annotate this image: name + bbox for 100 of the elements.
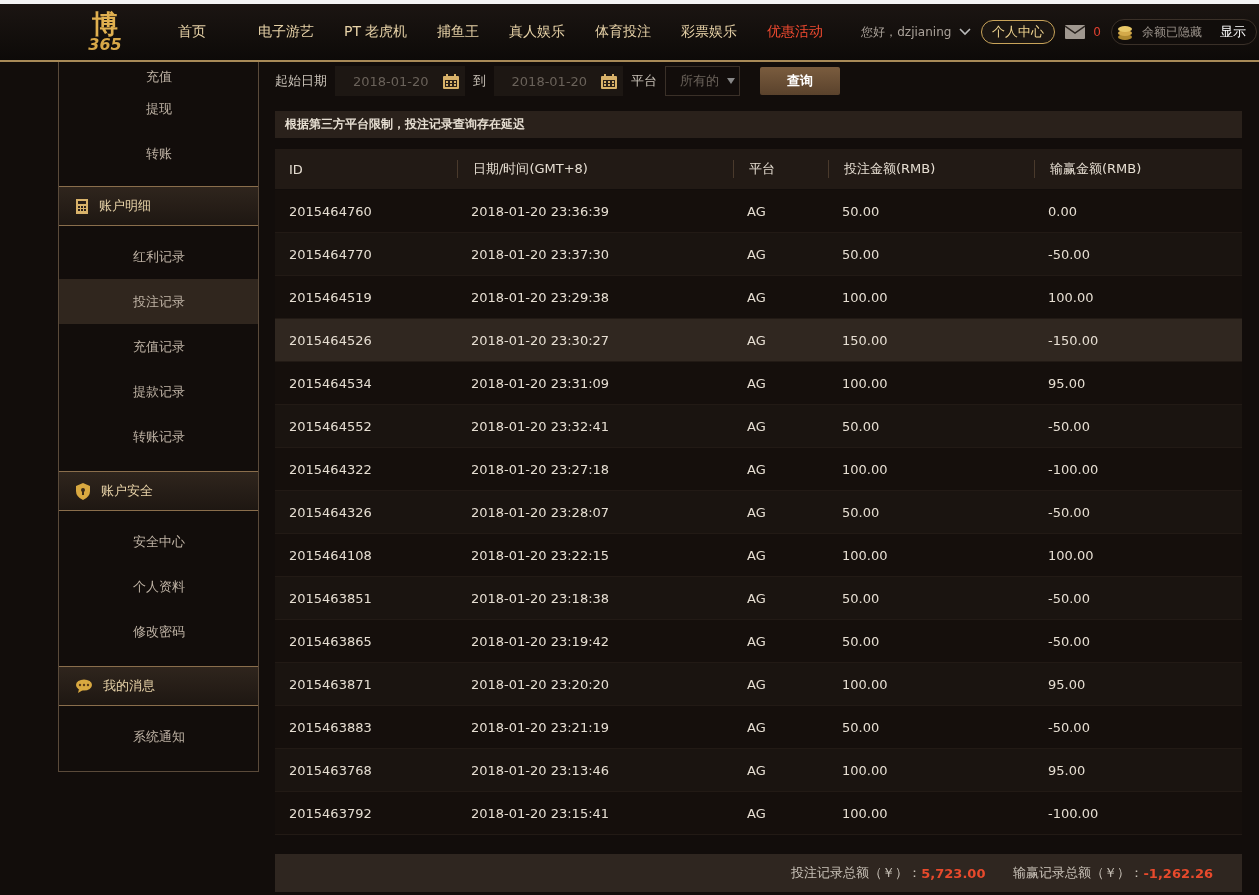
table-cell-text: 2015464108	[288, 547, 373, 563]
sidebar-section-header[interactable]: 账户明细	[59, 186, 258, 226]
sidebar-item[interactable]: 充值	[59, 62, 258, 86]
nav-link[interactable]: 优惠活动	[751, 23, 838, 41]
table-cell-text: -150.00	[1047, 332, 1100, 348]
sidebar-item[interactable]: 红利记录	[59, 234, 258, 279]
sidebar-item[interactable]: 提现	[59, 86, 258, 131]
nav-link[interactable]: PT 老虎机	[328, 23, 422, 41]
table-cell-text: 2015464326	[288, 504, 373, 520]
sidebar-item[interactable]: 转账记录	[59, 414, 258, 459]
table-cell-text: 2018-01-20 23:22:15	[470, 547, 611, 563]
table-cell-text: AG	[746, 203, 767, 219]
table-cell-text: -50.00	[1047, 246, 1091, 262]
table-cell-text: -50.00	[1047, 418, 1091, 434]
column-header: 日期/时间(GMT+8)	[457, 160, 733, 178]
sidebar-item[interactable]: 转账	[59, 131, 258, 176]
table-cell-text: 2018-01-20 23:20:20	[470, 676, 611, 692]
table-cell-text: AG	[746, 676, 767, 692]
table-cell-text: 2015464519	[288, 289, 373, 305]
table-cell-text: AG	[746, 805, 767, 821]
sidebar-section-header[interactable]: 我的消息	[59, 666, 258, 706]
calendar-icon	[442, 73, 459, 89]
nav-link[interactable]: 真人娱乐	[493, 23, 580, 41]
table-cell-text: 2018-01-20 23:13:46	[470, 762, 611, 778]
query-button[interactable]: 查询	[760, 67, 841, 95]
sidebar-item[interactable]: 系统通知	[59, 714, 258, 759]
table-cell-text: AG	[746, 719, 767, 735]
table-cell-text: 50.00	[841, 590, 881, 606]
table-cell-text: AG	[746, 246, 767, 262]
notice-text: 根据第三方平台限制，投注记录查询存在延迟	[275, 111, 1242, 138]
sidebar-item[interactable]: 提款记录	[59, 369, 258, 414]
table-cell-text: -100.00	[1047, 805, 1100, 821]
table-cell-text: 100.00	[1047, 547, 1095, 563]
table-cell-text: -100.00	[1047, 461, 1100, 477]
platform-label: 平台	[631, 72, 658, 90]
table-cell-text: 2018-01-20 23:32:41	[470, 418, 611, 434]
table-cell-text: 2015463768	[288, 762, 373, 778]
nav-link[interactable]: 首页	[174, 23, 242, 41]
table-cell-text: AG	[746, 633, 767, 649]
table-cell-text: AG	[746, 762, 767, 778]
nav-link[interactable]: 捕鱼王	[421, 23, 494, 41]
table-cell-text: -50.00	[1047, 590, 1091, 606]
sidebar-item[interactable]: 个人资料	[59, 564, 258, 609]
chat-bubble-icon	[75, 678, 93, 694]
table-cell-text: 2015463865	[288, 633, 373, 649]
chevron-down-icon	[959, 28, 972, 36]
table-cell-text: 150.00	[841, 332, 889, 348]
table-cell-text: AG	[746, 332, 767, 348]
table-cell-text: 2015463792	[288, 805, 373, 821]
table-cell-text: 2018-01-20 23:30:27	[470, 332, 611, 348]
table-cell-text: -50.00	[1047, 504, 1091, 520]
to-label: 到	[472, 72, 486, 90]
personal-center-button[interactable]: 个人中心	[981, 20, 1056, 44]
table-cell-text: 100.00	[841, 762, 889, 778]
table-cell-text: 100.00	[841, 375, 889, 391]
table-cell-text: 95.00	[1047, 375, 1087, 391]
table-cell-text: 50.00	[841, 418, 881, 434]
dropdown-arrow-icon	[727, 78, 736, 84]
table-cell-text: 95.00	[1047, 762, 1087, 778]
nav-link[interactable]: 体育投注	[579, 23, 666, 41]
table-cell-text: 2015464770	[288, 246, 373, 262]
table-cell-text: 50.00	[841, 719, 881, 735]
table-cell-text: AG	[746, 461, 767, 477]
table-cell-text: AG	[746, 289, 767, 305]
sidebar-item[interactable]: 安全中心	[59, 519, 258, 564]
table-cell-text: AG	[746, 504, 767, 520]
start-date-label: 起始日期	[275, 72, 327, 90]
user-menu[interactable]: 您好，dzjianing	[861, 23, 972, 41]
site-logo[interactable]: 博 365	[62, 7, 148, 57]
total-value: -1,262.26	[1143, 865, 1213, 881]
table-cell-text: 100.00	[841, 676, 889, 692]
table-cell-text: AG	[746, 375, 767, 391]
sidebar-item[interactable]: 充值记录	[59, 324, 258, 369]
table-cell-text: AG	[746, 590, 767, 606]
table-cell-text: 2018-01-20 23:28:07	[470, 504, 611, 520]
message-count: 0	[1093, 25, 1101, 39]
table-cell-text: 50.00	[841, 504, 881, 520]
table-cell-text: 50.00	[841, 246, 881, 262]
total-value: 5,723.00	[921, 865, 986, 881]
show-balance-button[interactable]: 显示	[1210, 23, 1246, 41]
table-cell-text: 2015463851	[288, 590, 373, 606]
table-cell-text: AG	[746, 547, 767, 563]
table-cell-text: 2018-01-20 23:15:41	[470, 805, 611, 821]
total-label: 输赢记录总额（￥）：	[1013, 864, 1144, 882]
column-header: 投注金额(RMB)	[828, 160, 1034, 178]
nav-link[interactable]: 彩票娱乐	[665, 23, 752, 41]
table-cell-text: 50.00	[841, 203, 881, 219]
nav-link[interactable]: 电子游艺	[242, 23, 328, 41]
mail-icon	[1065, 25, 1086, 39]
sidebar-item[interactable]: 修改密码	[59, 609, 258, 654]
sidebar-section-header[interactable]: 账户安全	[59, 471, 258, 511]
sidebar-item[interactable]: 投注记录	[59, 279, 258, 324]
table-cell-text: -50.00	[1047, 633, 1091, 649]
table-cell-text: 0.00	[1047, 203, 1078, 219]
table-cell-text: 2018-01-20 23:31:09	[470, 375, 611, 391]
table-cell-text: 100.00	[841, 805, 889, 821]
table-cell-text: 95.00	[1047, 676, 1087, 692]
table-cell-text: 2015464552	[288, 418, 373, 434]
table-cell-text: 2018-01-20 23:37:30	[470, 246, 611, 262]
table-cell-text: 100.00	[841, 547, 889, 563]
